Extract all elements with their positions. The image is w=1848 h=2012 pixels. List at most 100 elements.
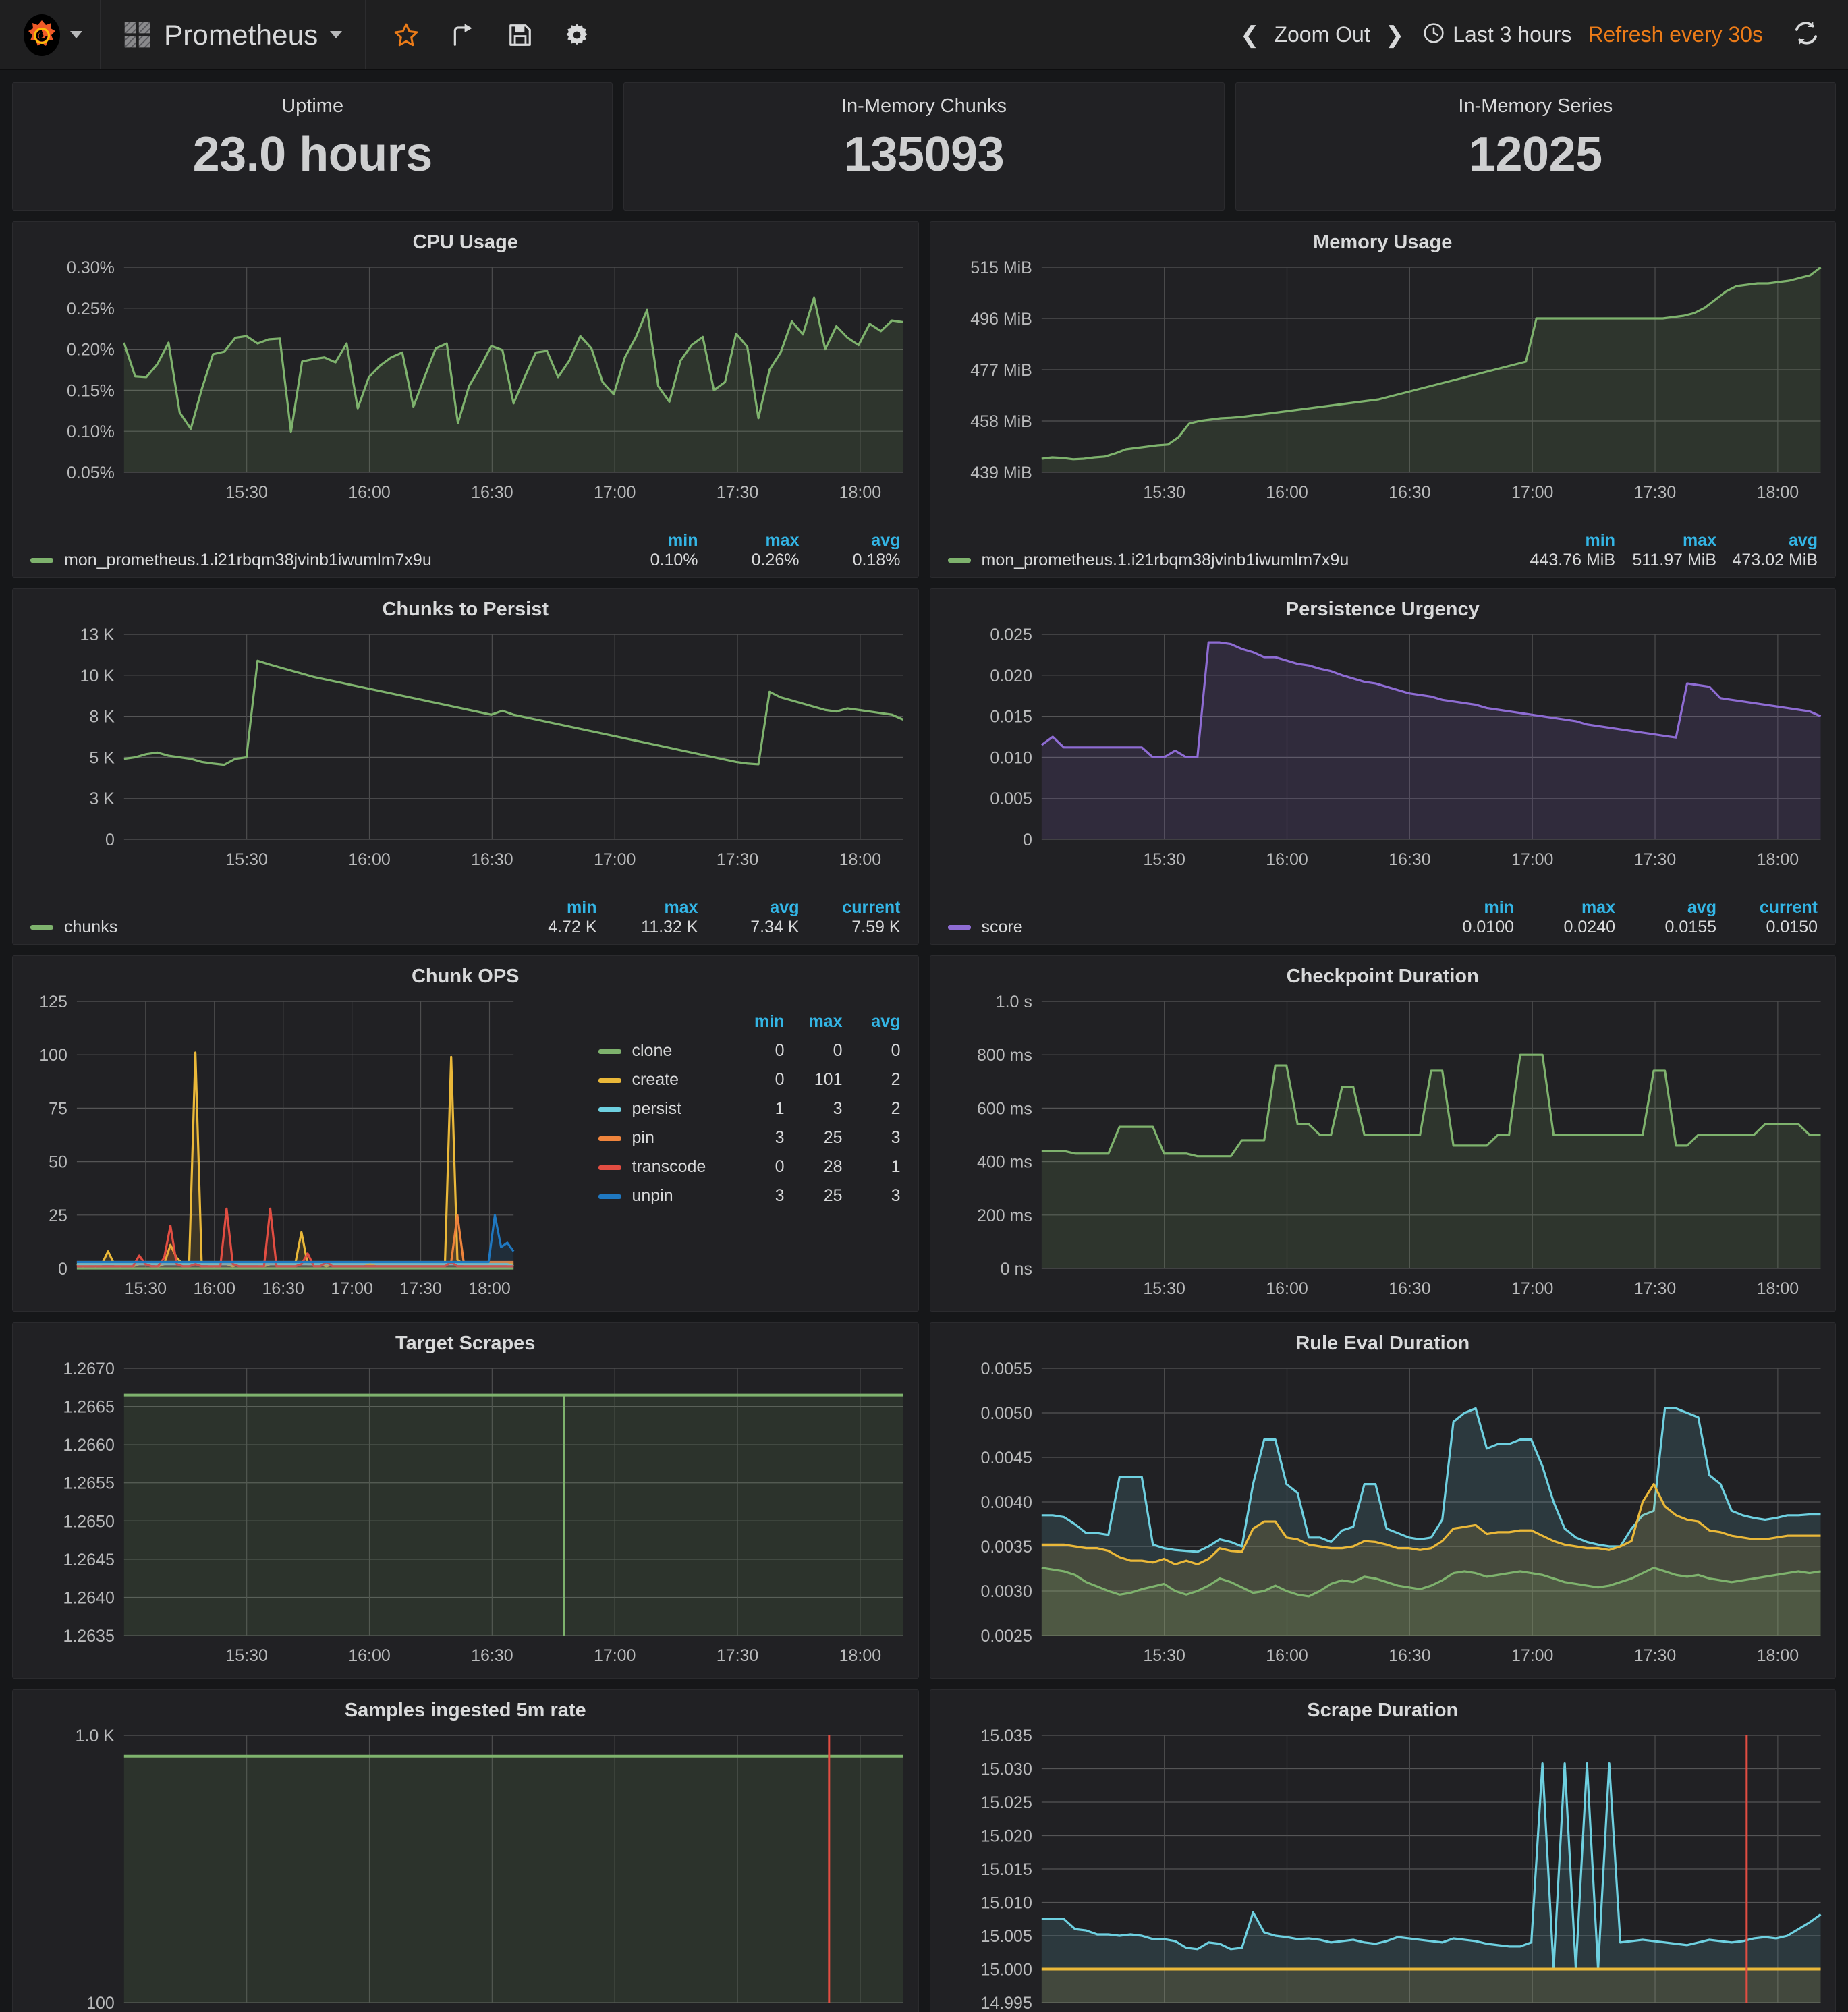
legend-value-avg: 2 [891, 1099, 901, 1118]
dashboard-picker[interactable]: Prometheus [101, 0, 366, 69]
svg-text:477 MiB: 477 MiB [970, 361, 1032, 380]
clock-icon [1423, 22, 1445, 47]
svg-text:1.2655: 1.2655 [63, 1474, 114, 1493]
panel-samples-ingested[interactable]: Samples ingested 5m rate 1001.0 K15:3016… [12, 1689, 919, 2012]
legend-value-max: 0.0240 [1563, 918, 1615, 937]
legend-item[interactable]: score 0.0100 0.0240 0.0155 0.0150 [947, 918, 1818, 937]
svg-text:18:00: 18:00 [468, 1279, 510, 1298]
stat-value: 135093 [843, 128, 1005, 181]
svg-text:0.10%: 0.10% [67, 422, 115, 441]
legend-item[interactable]: unpin 3 25 3 [598, 1181, 901, 1210]
chart-legend: min max avg current chunks 4.72 K 11.32 … [13, 898, 918, 944]
svg-text:16:30: 16:30 [471, 850, 513, 869]
grafana-home-button[interactable] [0, 0, 101, 69]
legend-color-swatch [30, 558, 53, 563]
legend-value-avg: 1 [891, 1157, 901, 1176]
legend-item[interactable]: mon_prometheus.1.i21rbqm38jvinb1iwumlm7x… [30, 551, 901, 570]
chevron-down-icon [70, 31, 82, 38]
legend-item[interactable]: pin 3 25 3 [598, 1123, 901, 1152]
svg-text:17:00: 17:00 [1511, 1646, 1552, 1665]
gear-icon[interactable] [564, 22, 590, 48]
share-icon[interactable] [451, 22, 476, 49]
panel-in-memory-chunks[interactable]: In-Memory Chunks 135093 [623, 82, 1225, 211]
svg-text:0.0055: 0.0055 [980, 1360, 1032, 1378]
legend-header-min: min [1585, 531, 1615, 550]
panel-persistence-urgency[interactable]: Persistence Urgency 0 0.005 0.010 0.015 0.02… [929, 588, 1836, 945]
legend-value-max: 0 [833, 1041, 843, 1060]
refresh-icon[interactable] [1793, 20, 1820, 50]
panel-title: Rule Eval Duration [1295, 1333, 1470, 1354]
svg-text:5 K: 5 K [89, 748, 115, 767]
legend-value-max: 101 [814, 1070, 843, 1089]
svg-text:16:30: 16:30 [1389, 1646, 1430, 1665]
svg-text:10 K: 10 K [80, 667, 115, 686]
panel-checkpoint-duration[interactable]: Checkpoint Duration 0 ns 200 ms 400 ms 600 … [929, 955, 1836, 1312]
legend-value-max: 511.97 MiB [1632, 551, 1716, 569]
panel-in-memory-series[interactable]: In-Memory Series 12025 [1235, 82, 1836, 211]
legend-value-avg: 473.02 MiB [1732, 551, 1818, 569]
legend-value-min: 443.76 MiB [1530, 551, 1615, 569]
legend-value-avg: 0.0155 [1664, 918, 1716, 937]
row-ops: Chunk OPS 0 25 50 75 100 125 15:30 16:00 16:30 17… [12, 955, 1836, 1312]
refresh-interval-label[interactable]: Refresh every 30s [1588, 22, 1793, 47]
legend-color-swatch [598, 1165, 621, 1170]
legend-item[interactable]: clone 0 0 0 [598, 1036, 901, 1065]
time-range-label: Last 3 hours [1453, 22, 1572, 47]
legend-item[interactable]: chunks 4.72 K 11.32 K 7.34 K 7.59 K [30, 918, 901, 937]
panel-target-scrapes[interactable]: Target Scrapes 1.2635 1.2640 1.2645 1.2650 1… [12, 1322, 919, 1679]
panel-scrape-duration[interactable]: Scrape Duration 14.995 15.000 15.005 15.010… [929, 1689, 1836, 2012]
grafana-logo-icon [20, 13, 63, 57]
save-icon[interactable] [507, 22, 533, 48]
legend-value-current: 7.59 K [851, 918, 901, 937]
svg-text:1.2640: 1.2640 [63, 1588, 114, 1607]
legend-item[interactable]: create 0 101 2 [598, 1065, 901, 1094]
panel-rule-eval-duration[interactable]: Rule Eval Duration 0.0025 0.0030 0.0035 0.0… [929, 1322, 1836, 1679]
chart-memory-usage: 439 MiB 458 MiB 477 MiB 496 MiB 515 MiB 15:30… [970, 258, 1821, 502]
legend-item[interactable]: transcode 0 28 1 [598, 1152, 901, 1181]
chevron-left-icon[interactable]: ❮ [1240, 24, 1260, 47]
legend-value-avg: 3 [891, 1128, 901, 1147]
svg-text:1.2645: 1.2645 [63, 1550, 114, 1569]
svg-text:16:30: 16:30 [1389, 1279, 1430, 1298]
legend-value-min: 0 [775, 1157, 785, 1176]
legend-item[interactable]: mon_prometheus.1.i21rbqm38jvinb1iwumlm7x… [947, 551, 1818, 570]
svg-text:17:00: 17:00 [1511, 1279, 1552, 1298]
legend-item[interactable]: persist 1 3 2 [598, 1094, 901, 1123]
legend-value-max: 25 [823, 1186, 843, 1205]
svg-text:1.0 K: 1.0 K [76, 1727, 115, 1745]
svg-text:800 ms: 800 ms [976, 1046, 1032, 1065]
star-icon[interactable] [393, 22, 420, 49]
legend-series-name: chunks [64, 918, 118, 937]
panel-chunks-to-persist[interactable]: Chunks to Persist 0 3 K 5 K 8 K 10 K 13 K 15:3… [12, 588, 919, 945]
panel-chunk-ops[interactable]: Chunk OPS 0 25 50 75 100 125 15:30 16:00 16:30 17… [12, 955, 919, 1312]
legend-series-name: unpin [632, 1186, 673, 1205]
zoom-out-button[interactable]: Zoom Out [1274, 22, 1370, 47]
svg-text:17:30: 17:30 [717, 850, 758, 869]
panel-title: Samples ingested 5m rate [344, 1700, 586, 1721]
svg-text:100: 100 [86, 1994, 115, 2012]
panel-cpu-usage[interactable]: CPU Usage 0.05% 0.10% 0.15% 0.20% 0.25% 0.30%… [12, 221, 919, 578]
row-singlestats: Uptime 23.0 hours In-Memory Chunks 13509… [12, 82, 1836, 211]
legend-value-min: 0 [775, 1041, 785, 1060]
legend-series-name: pin [632, 1128, 654, 1147]
svg-text:439 MiB: 439 MiB [970, 464, 1032, 482]
panel-uptime[interactable]: Uptime 23.0 hours [12, 82, 613, 211]
svg-text:17:00: 17:00 [1511, 483, 1552, 502]
dashboard-grid-icon [123, 21, 152, 49]
chevron-right-icon[interactable]: ❯ [1385, 24, 1405, 47]
legend-header-max: max [765, 531, 800, 550]
svg-text:0.30%: 0.30% [67, 258, 115, 277]
panel-memory-usage[interactable]: Memory Usage 439 MiB 458 MiB 477 MiB 496 Mi… [929, 221, 1836, 578]
row-persist: Chunks to Persist 0 3 K 5 K 8 K 10 K 13 K 15:3… [12, 588, 1836, 945]
chart-persistence-urgency: 0 0.005 0.010 0.015 0.020 0.025 15:30 16:00 16:3… [990, 625, 1821, 869]
legend-value-avg: 2 [891, 1070, 901, 1089]
legend-value-max: 25 [823, 1128, 843, 1147]
svg-text:18:00: 18:00 [839, 483, 881, 502]
svg-text:17:30: 17:30 [399, 1279, 441, 1298]
svg-text:16:00: 16:00 [1266, 1646, 1308, 1665]
time-range-picker[interactable]: Last 3 hours [1423, 22, 1588, 47]
svg-text:18:00: 18:00 [1756, 483, 1798, 502]
legend-series-name: clone [632, 1041, 673, 1060]
legend-color-swatch [598, 1049, 621, 1054]
svg-text:15:30: 15:30 [225, 850, 267, 869]
